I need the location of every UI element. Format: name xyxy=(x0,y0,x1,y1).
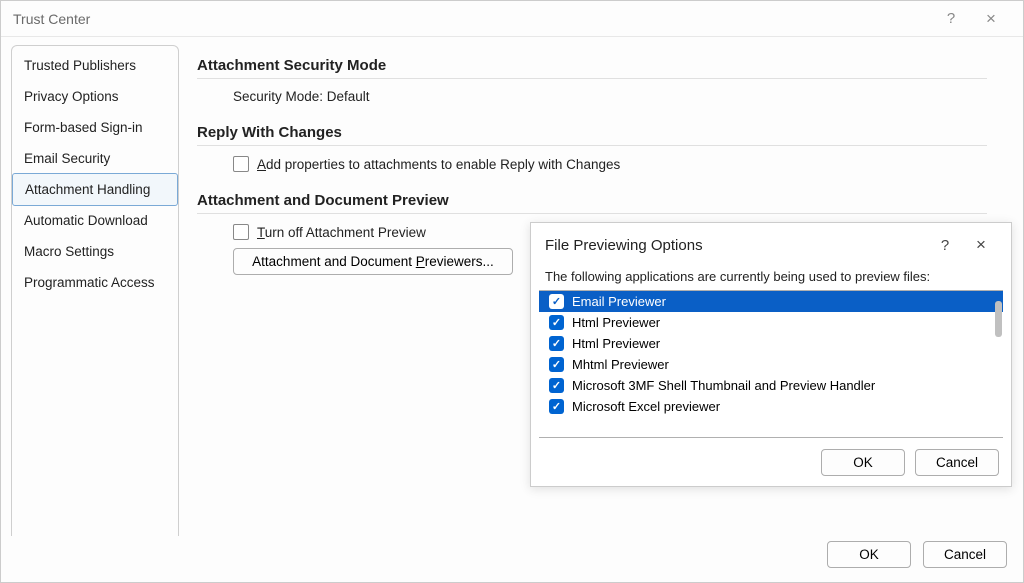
sidebar-item-label: Trusted Publishers xyxy=(24,58,136,73)
checkbox-icon[interactable]: ✓ xyxy=(549,378,564,393)
list-item[interactable]: ✓ Mhtml Previewer xyxy=(539,354,1003,375)
list-item[interactable]: ✓ Microsoft 3MF Shell Thumbnail and Prev… xyxy=(539,375,1003,396)
inner-window-title: File Previewing Options xyxy=(545,237,703,254)
window-title: Trust Center xyxy=(13,11,90,27)
sidebar-item-email-security[interactable]: Email Security xyxy=(12,143,178,174)
checkbox-icon[interactable]: ✓ xyxy=(549,294,564,309)
checkbox-label: Turn off Attachment Preview xyxy=(257,225,426,240)
sidebar-item-label: Macro Settings xyxy=(24,244,114,259)
inner-footer: OK Cancel xyxy=(531,438,1011,486)
sidebar-item-label: Privacy Options xyxy=(24,89,119,104)
checkbox-label: Add properties to attachments to enable … xyxy=(257,157,620,172)
list-item-label: Mhtml Previewer xyxy=(572,357,669,372)
checkbox-icon xyxy=(233,156,249,172)
list-item-label: Html Previewer xyxy=(572,336,660,351)
list-item[interactable]: ✓ Html Previewer xyxy=(539,312,1003,333)
list-item-label: Microsoft Excel previewer xyxy=(572,399,720,414)
checkbox-icon[interactable]: ✓ xyxy=(549,336,564,351)
sidebar-item-label: Programmatic Access xyxy=(24,275,155,290)
list-item-label: Microsoft 3MF Shell Thumbnail and Previe… xyxy=(572,378,875,393)
checkbox-icon xyxy=(233,224,249,240)
close-icon[interactable]: × xyxy=(971,9,1011,29)
trust-center-dialog: Trust Center ? × Trusted Publishers Priv… xyxy=(0,0,1024,583)
security-mode-text: Security Mode: Default xyxy=(233,89,370,104)
sidebar-item-label: Email Security xyxy=(24,151,110,166)
ok-button[interactable]: OK xyxy=(827,541,911,568)
list-item-label: Html Previewer xyxy=(572,315,660,330)
sidebar-item-label: Attachment Handling xyxy=(25,182,150,197)
sidebar-item-attachment-handling[interactable]: Attachment Handling xyxy=(12,173,178,206)
sidebar-item-privacy-options[interactable]: Privacy Options xyxy=(12,81,178,112)
checkbox-icon[interactable]: ✓ xyxy=(549,399,564,414)
checkbox-icon[interactable]: ✓ xyxy=(549,357,564,372)
section-heading-attachment-security: Attachment Security Mode xyxy=(197,57,987,79)
file-previewing-options-dialog: File Previewing Options ? × The followin… xyxy=(530,222,1012,487)
sidebar: Trusted Publishers Privacy Options Form-… xyxy=(11,45,179,536)
sidebar-item-trusted-publishers[interactable]: Trusted Publishers xyxy=(12,50,178,81)
list-item[interactable]: ✓ Email Previewer xyxy=(539,291,1003,312)
cancel-button[interactable]: Cancel xyxy=(915,449,999,476)
sidebar-item-programmatic-access[interactable]: Programmatic Access xyxy=(12,267,178,298)
checkbox-icon[interactable]: ✓ xyxy=(549,315,564,330)
scrollbar-thumb[interactable] xyxy=(995,301,1002,337)
sidebar-item-form-based-sign-in[interactable]: Form-based Sign-in xyxy=(12,112,178,143)
sidebar-item-label: Automatic Download xyxy=(24,213,148,228)
inner-instruction-text: The following applications are currently… xyxy=(531,267,1011,290)
list-item-label: Email Previewer xyxy=(572,294,666,309)
previewers-listbox[interactable]: ✓ Email Previewer ✓ Html Previewer ✓ Htm… xyxy=(539,290,1003,438)
cancel-button[interactable]: Cancel xyxy=(923,541,1007,568)
list-item[interactable]: ✓ Html Previewer xyxy=(539,333,1003,354)
close-icon[interactable]: × xyxy=(963,235,999,255)
section-heading-reply-with-changes: Reply With Changes xyxy=(197,124,987,146)
ok-button[interactable]: OK xyxy=(821,449,905,476)
help-icon[interactable]: ? xyxy=(931,10,971,27)
help-icon[interactable]: ? xyxy=(927,237,963,254)
footer: OK Cancel xyxy=(1,536,1023,582)
sidebar-item-macro-settings[interactable]: Macro Settings xyxy=(12,236,178,267)
list-item[interactable]: ✓ Microsoft Excel previewer xyxy=(539,396,1003,417)
titlebar: Trust Center ? × xyxy=(1,1,1023,37)
inner-titlebar: File Previewing Options ? × xyxy=(531,223,1011,267)
sidebar-item-automatic-download[interactable]: Automatic Download xyxy=(12,205,178,236)
sidebar-item-label: Form-based Sign-in xyxy=(24,120,143,135)
section-heading-attachment-preview: Attachment and Document Preview xyxy=(197,192,987,214)
previewers-button[interactable]: Attachment and Document Previewers... xyxy=(233,248,513,275)
checkbox-add-properties[interactable]: Add properties to attachments to enable … xyxy=(233,156,1013,172)
